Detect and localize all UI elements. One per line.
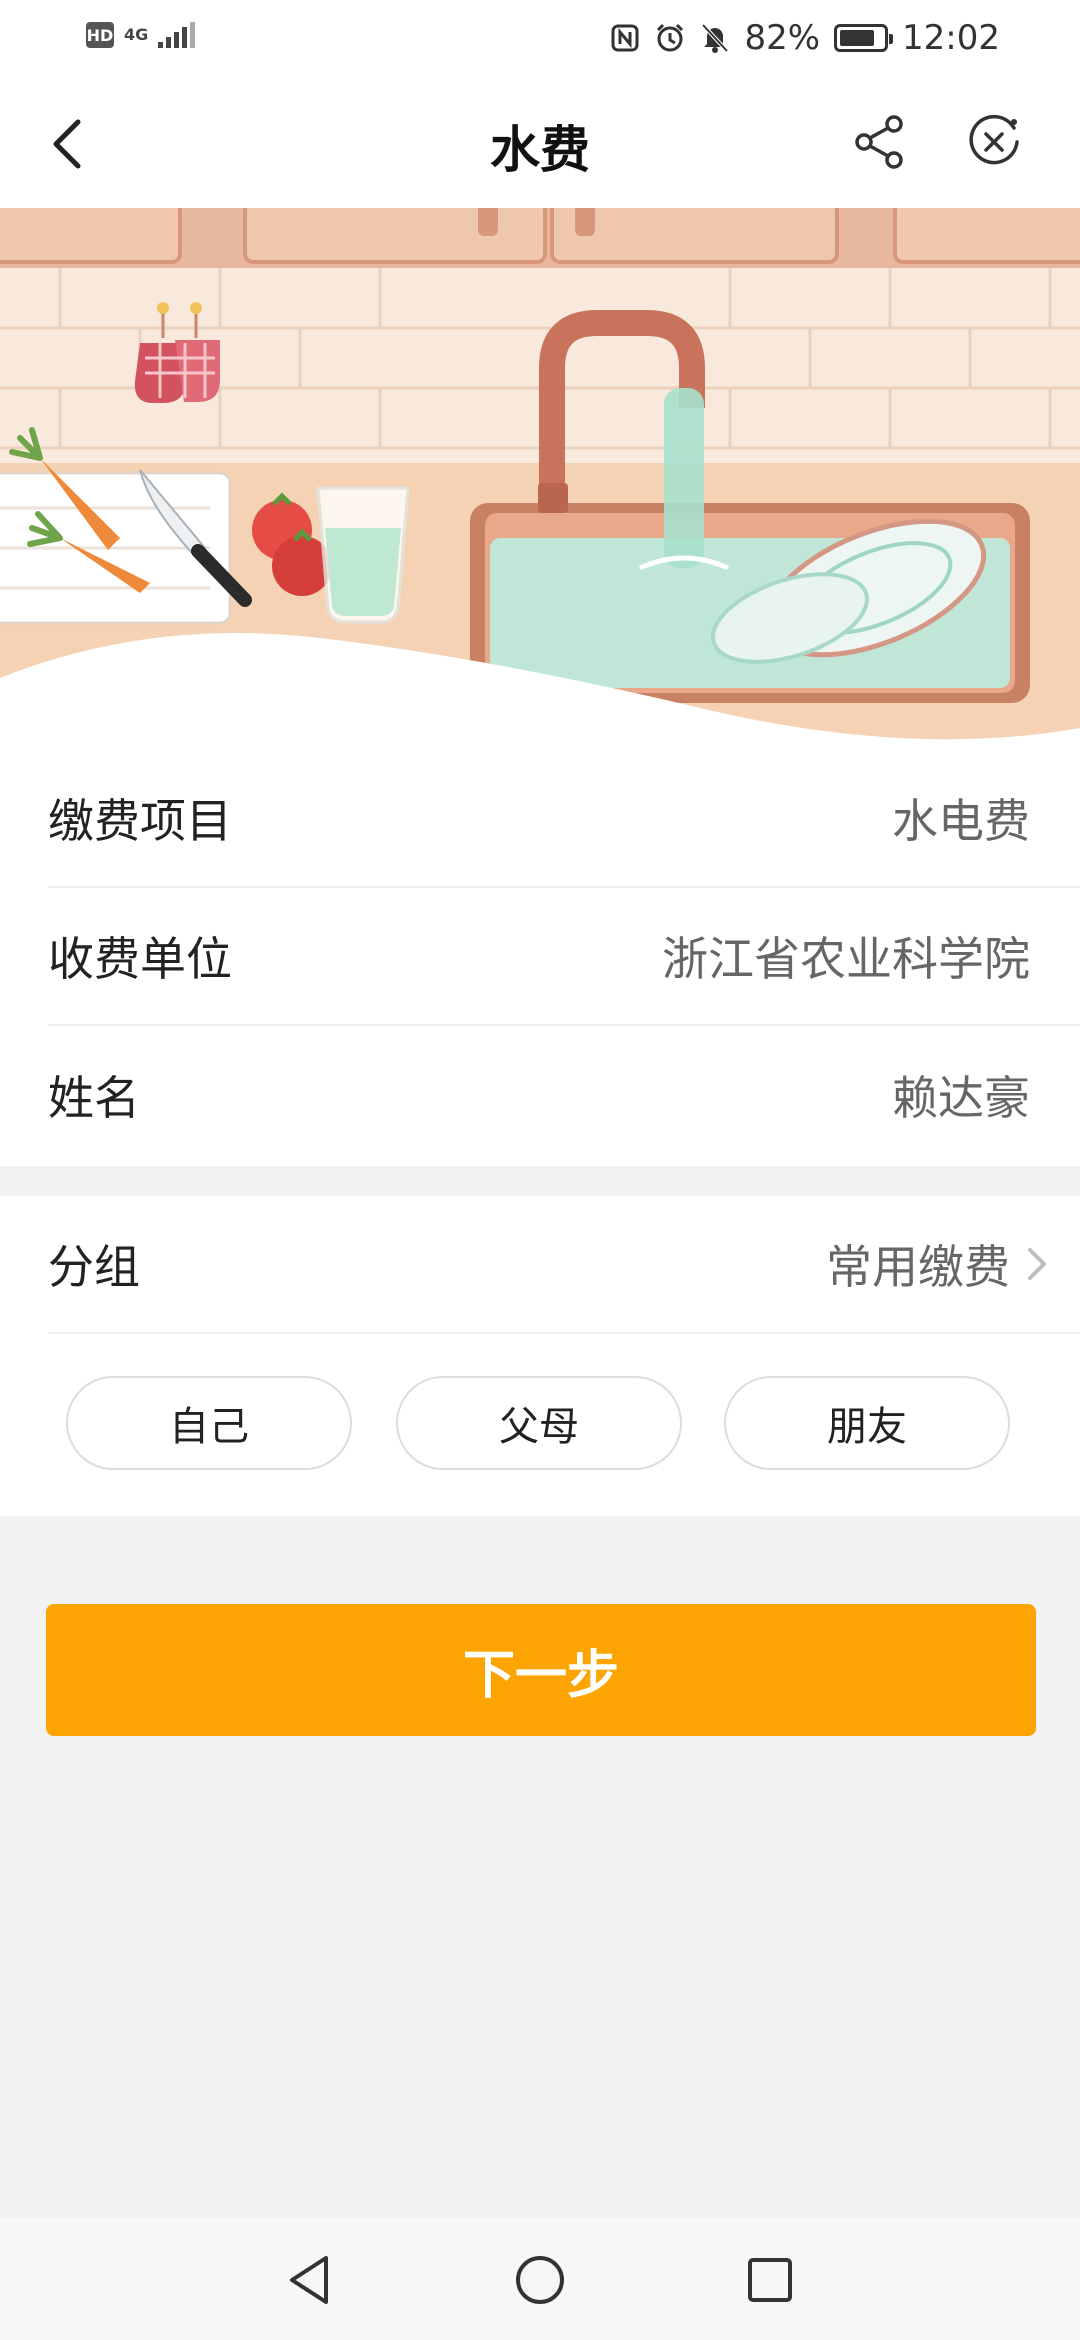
group-selector[interactable]: 分组 常用缴费 — [48, 1196, 1080, 1334]
network-type: 4G — [124, 25, 149, 44]
clock: 12:02 — [902, 18, 1000, 58]
kitchen-sink-banner — [0, 208, 1080, 748]
group-selected-value: 常用缴费 — [826, 1240, 1010, 1294]
info-row-name: 姓名 赖达豪 — [48, 1026, 1080, 1164]
hd-badge: HD — [86, 22, 114, 48]
info-label: 收费单位 — [48, 932, 232, 986]
group-card: 分组 常用缴费 自己 父母 朋友 — [0, 1196, 1080, 1516]
info-value: 赖达豪 — [892, 1071, 1030, 1125]
close-circle-icon[interactable] — [962, 110, 1026, 174]
nav-bar: 水费 — [0, 82, 1080, 208]
mute-icon — [701, 23, 729, 53]
info-row-payee: 收费单位 浙江省农业科学院 — [48, 888, 1080, 1026]
alarm-icon — [657, 23, 684, 52]
payment-info-card: 缴费项目 水电费 收费单位 浙江省农业科学院 姓名 赖达豪 — [0, 748, 1080, 1166]
next-step-button[interactable]: 下一步 — [46, 1604, 1036, 1736]
home-circle-icon[interactable] — [508, 2248, 572, 2312]
group-option-parents[interactable]: 父母 — [396, 1376, 682, 1470]
group-label: 分组 — [48, 1240, 140, 1294]
battery-percent: 82% — [744, 18, 821, 58]
signal-icon — [158, 22, 196, 48]
info-value: 水电费 — [892, 794, 1030, 848]
info-label: 缴费项目 — [48, 794, 232, 848]
status-bar: HD 4G 82% 12:02 — [0, 0, 1080, 82]
status-right: 82% 12:02 — [610, 18, 1000, 58]
battery-icon — [834, 24, 894, 52]
status-left: HD 4G — [86, 22, 196, 48]
group-option-friends[interactable]: 朋友 — [724, 1376, 1010, 1470]
group-value[interactable]: 常用缴费 — [826, 1231, 1054, 1297]
group-option-self[interactable]: 自己 — [66, 1376, 352, 1470]
kitchen-illustration — [0, 208, 1080, 748]
battery-level — [840, 30, 875, 46]
nfc-icon — [611, 24, 639, 52]
info-value: 浙江省农业科学院 — [662, 932, 1030, 986]
chevron-right-icon — [1028, 1248, 1046, 1280]
info-row-item: 缴费项目 水电费 — [48, 750, 1080, 888]
info-label: 姓名 — [48, 1071, 140, 1125]
group-options: 自己 父母 朋友 — [0, 1376, 1080, 1474]
recents-square-icon[interactable] — [738, 2248, 802, 2312]
page-title: 水费 — [490, 121, 590, 179]
share-icon[interactable] — [848, 110, 912, 174]
system-nav-bar — [0, 2218, 1080, 2340]
back-triangle-icon[interactable] — [278, 2248, 342, 2312]
